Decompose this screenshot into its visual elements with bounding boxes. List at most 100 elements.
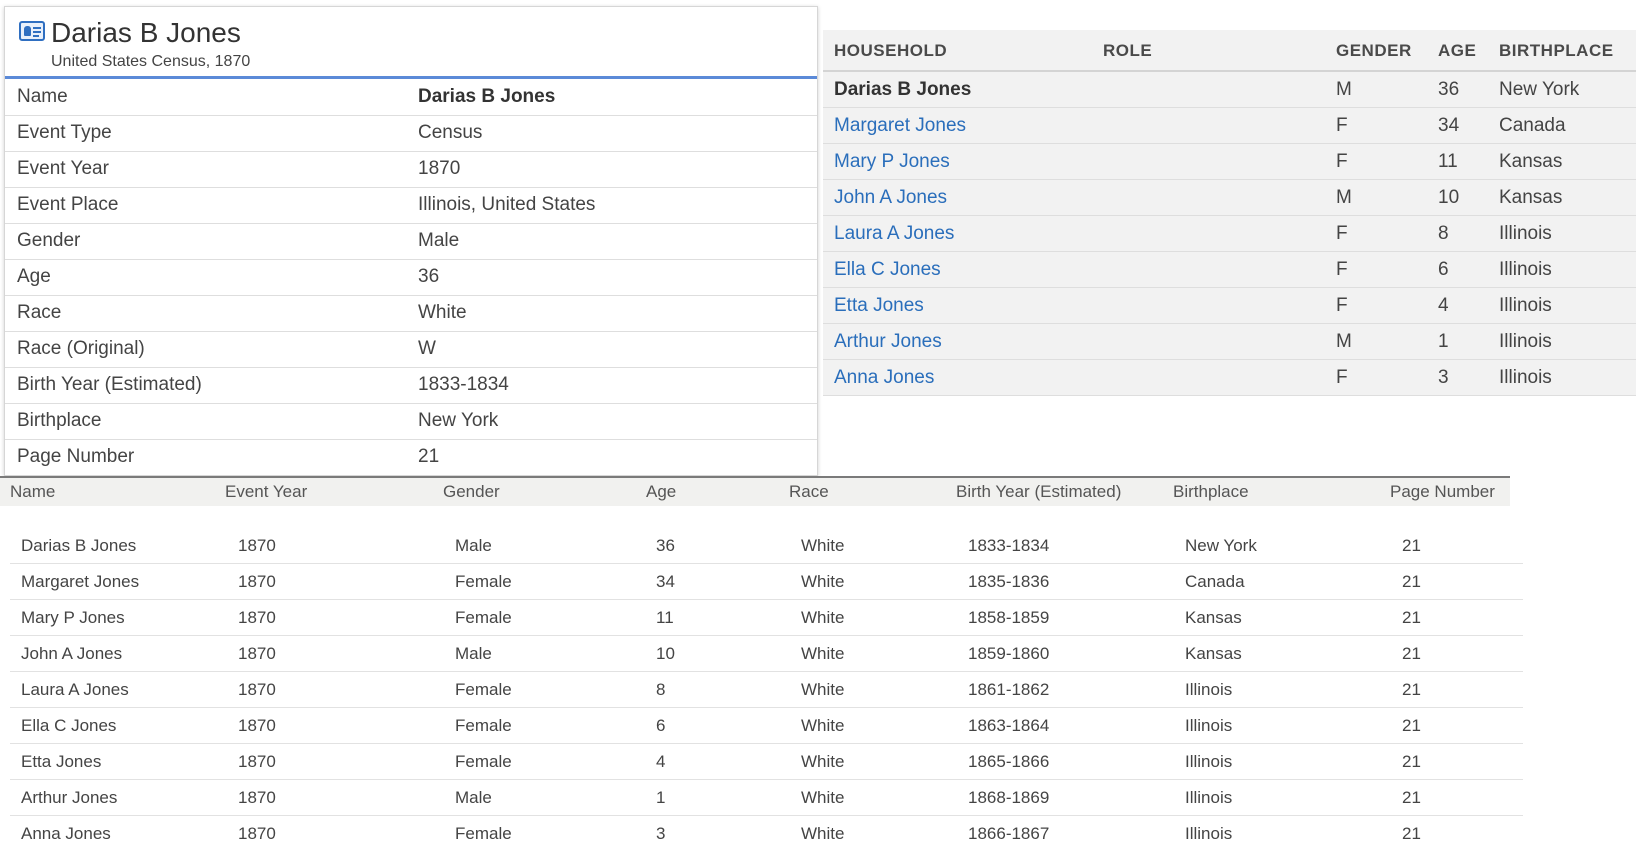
- summary-row: Arthur Jones 1870 Male 1 White 1868-1869 Illin…: [10, 780, 1523, 816]
- summary-cell-race: White: [801, 680, 845, 699]
- summary-header-birth-year: Birth Year (Estimated): [956, 482, 1122, 501]
- summary-cell-name: Anna Jones: [21, 824, 111, 843]
- summary-cell-race: White: [801, 644, 845, 663]
- household-person-link[interactable]: Arthur Jones: [834, 324, 942, 360]
- record-field-row: Birthplace New York: [5, 403, 817, 440]
- summary-cell-event-year: 1870: [238, 752, 276, 771]
- field-label: Page Number: [5, 439, 410, 475]
- field-label: Event Type: [5, 115, 410, 152]
- field-value: Male: [410, 223, 817, 260]
- header-age: AGE: [1438, 41, 1477, 60]
- summary-header-age: Age: [646, 482, 677, 501]
- household-age: 34: [1438, 115, 1460, 136]
- record-card-icon: [19, 21, 45, 41]
- household-row: John A Jones M 10 Kansas: [823, 180, 1636, 216]
- summary-cell-gender: Male: [455, 644, 492, 663]
- summary-row: Margaret Jones 1870 Female 34 White 1835-1836…: [10, 564, 1523, 600]
- record-field-row: Gender Male: [5, 223, 817, 260]
- summary-cell-gender: Female: [455, 680, 512, 699]
- summary-cell-race: White: [801, 824, 845, 843]
- summary-row: Ella C Jones 1870 Female 6 White 1863-1864 Ill…: [10, 708, 1523, 744]
- field-label: Age: [5, 259, 410, 296]
- record-fields-table: Name Darias B Jones Event Type Census Event …: [5, 79, 817, 475]
- summary-cell-birthplace: Illinois: [1185, 752, 1233, 771]
- household-birthplace: Illinois: [1499, 223, 1552, 244]
- household-person-link[interactable]: John A Jones: [834, 180, 947, 216]
- record-header: Darias B Jones United States Census, 187…: [5, 7, 817, 79]
- record-field-row: Race (Original) W: [5, 331, 817, 368]
- household-person-link[interactable]: Etta Jones: [834, 288, 924, 324]
- household-person-link[interactable]: Mary P Jones: [834, 144, 950, 180]
- summary-cell-age: 1: [656, 788, 666, 807]
- field-value: W: [410, 331, 817, 368]
- record-field-row: Page Number 21: [5, 439, 817, 475]
- field-label: Gender: [5, 223, 410, 260]
- household-age: 11: [1438, 151, 1458, 172]
- field-label: Birthplace: [5, 403, 410, 440]
- summary-cell-age: 11: [656, 608, 674, 627]
- summary-cell-event-year: 1870: [238, 536, 276, 555]
- summary-cell-birthplace: Canada: [1185, 572, 1245, 591]
- field-label: Event Year: [5, 151, 410, 188]
- summary-cell-birth-year: 1835-1836: [968, 572, 1050, 591]
- household-birthplace: Illinois: [1499, 295, 1552, 316]
- summary-cell-gender: Female: [455, 824, 512, 843]
- household-row: Etta Jones F 4 Illinois: [823, 288, 1636, 324]
- summary-header-race: Race: [789, 482, 829, 501]
- field-value: Census: [410, 115, 817, 152]
- summary-cell-race: White: [801, 608, 845, 627]
- household-age: 6: [1438, 259, 1449, 280]
- header-gender: GENDER: [1336, 41, 1412, 60]
- summary-cell-page-number: 21: [1402, 572, 1421, 591]
- household-row: Laura A Jones F 8 Illinois: [823, 216, 1636, 252]
- summary-cell-birthplace: Illinois: [1185, 824, 1233, 843]
- household-birthplace: Kansas: [1499, 187, 1563, 208]
- summary-cell-page-number: 21: [1402, 608, 1421, 627]
- household-birthplace: Canada: [1499, 115, 1566, 136]
- summary-cell-birthplace: New York: [1185, 536, 1257, 555]
- summary-cell-event-year: 1870: [238, 716, 276, 735]
- summary-cell-age: 8: [656, 680, 666, 699]
- household-age: 10: [1438, 187, 1460, 208]
- summary-cell-birth-year: 1859-1860: [968, 644, 1050, 663]
- summary-cell-birth-year: 1863-1864: [968, 716, 1050, 735]
- household-person-link[interactable]: Anna Jones: [834, 360, 934, 396]
- summary-cell-gender: Female: [455, 752, 512, 771]
- household-person-link[interactable]: Laura A Jones: [834, 216, 954, 252]
- household-gender: F: [1336, 295, 1348, 316]
- household-header-row: HOUSEHOLD ROLE GENDER AGE BIRTHPLACE: [823, 30, 1636, 72]
- summary-cell-birth-year: 1833-1834: [968, 536, 1050, 555]
- household-person-link[interactable]: Margaret Jones: [834, 108, 966, 144]
- household-gender: F: [1336, 115, 1348, 136]
- household-person-link[interactable]: Ella C Jones: [834, 252, 941, 288]
- household-row: Margaret Jones F 34 Canada: [823, 108, 1636, 144]
- household-birthplace: New York: [1499, 79, 1580, 100]
- field-value: Darias B Jones: [410, 79, 817, 116]
- household-age: 3: [1438, 367, 1449, 388]
- summary-cell-page-number: 21: [1402, 536, 1421, 555]
- summary-cell-age: 34: [656, 572, 675, 591]
- summary-cell-birth-year: 1865-1866: [968, 752, 1050, 771]
- household-age: 36: [1438, 79, 1460, 100]
- summary-cell-name: Arthur Jones: [21, 788, 118, 807]
- summary-cell-event-year: 1870: [238, 824, 276, 843]
- summary-header-row: Name Event Year Gender Age Race Birth Ye…: [0, 476, 1510, 506]
- household-row: Arthur Jones M 1 Illinois: [823, 324, 1636, 360]
- summary-cell-birth-year: 1866-1867: [968, 824, 1050, 843]
- summary-cell-race: White: [801, 716, 845, 735]
- household-birthplace: Illinois: [1499, 367, 1552, 388]
- household-row: Anna Jones F 3 Illinois: [823, 360, 1636, 396]
- household-birthplace: Kansas: [1499, 151, 1563, 172]
- summary-cell-birth-year: 1861-1862: [968, 680, 1050, 699]
- summary-cell-gender: Female: [455, 608, 512, 627]
- summary-cell-event-year: 1870: [238, 572, 276, 591]
- field-value: New York: [410, 403, 817, 440]
- summary-cell-event-year: 1870: [238, 644, 276, 663]
- household-gender: F: [1336, 223, 1348, 244]
- household-gender: M: [1336, 79, 1352, 100]
- field-value: 1870: [410, 151, 817, 188]
- summary-cell-gender: Female: [455, 572, 512, 591]
- record-field-row: Birth Year (Estimated) 1833-1834: [5, 367, 817, 404]
- field-value: White: [410, 295, 817, 332]
- summary-cell-page-number: 21: [1402, 752, 1421, 771]
